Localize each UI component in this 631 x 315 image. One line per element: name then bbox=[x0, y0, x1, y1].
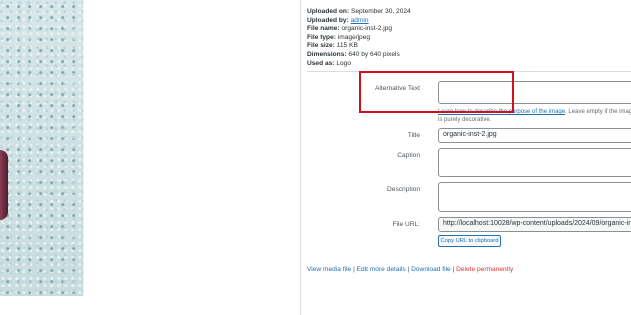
image-subject-edge bbox=[0, 150, 8, 220]
meta-dimensions: Dimensions: 640 by 640 pixels bbox=[307, 50, 400, 58]
edit-more-details-link[interactable]: Edit more details bbox=[357, 266, 406, 273]
file-url-label: File URL: bbox=[392, 221, 420, 228]
meta-file-name: File name: organic-inst-2.jpg bbox=[307, 25, 393, 33]
copy-url-button[interactable]: Copy URL to clipboard bbox=[438, 235, 501, 247]
attachment-preview-pane bbox=[0, 0, 301, 315]
caption-field[interactable] bbox=[438, 148, 631, 177]
view-media-file-link[interactable]: View media file bbox=[307, 266, 351, 273]
description-label: Description bbox=[387, 186, 420, 193]
attachment-meta: Uploaded on: September 30, 2024 Uploaded… bbox=[307, 8, 627, 68]
alt-text-highlight-box bbox=[359, 71, 514, 113]
caption-label: Caption bbox=[397, 152, 420, 159]
download-file-link[interactable]: Download file bbox=[411, 266, 451, 273]
uploader-link[interactable]: admin bbox=[351, 17, 369, 24]
meta-uploaded-by: Uploaded by: admin bbox=[307, 16, 369, 24]
meta-used-as: Used as: Logo bbox=[307, 59, 352, 67]
meta-file-type: File type: image/jpeg bbox=[307, 33, 371, 41]
attachment-image bbox=[0, 0, 84, 296]
attachment-actions: View media file | Edit more details | Do… bbox=[307, 266, 514, 273]
file-url-field[interactable]: http://localhost:10028/wp-content/upload… bbox=[438, 217, 631, 232]
title-label: Title bbox=[407, 132, 420, 139]
meta-file-size: File size: 115 KB bbox=[307, 42, 358, 50]
delete-permanently-link[interactable]: Delete permanently bbox=[456, 266, 513, 273]
title-field[interactable]: organic-inst-2.jpg bbox=[438, 128, 631, 143]
description-field[interactable] bbox=[438, 182, 631, 212]
meta-uploaded-on: Uploaded on: September 30, 2024 bbox=[307, 8, 411, 15]
